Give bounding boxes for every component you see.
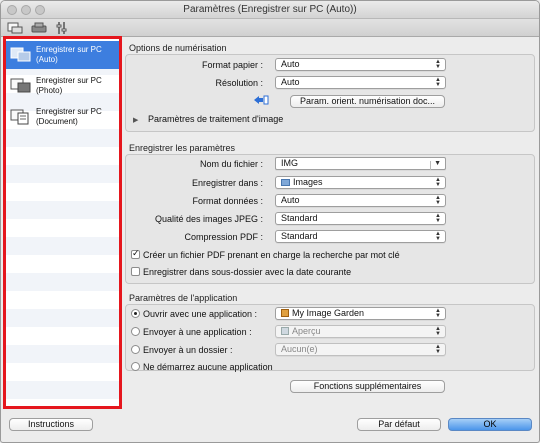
title-bar: Paramètres (Enregistrer sur PC (Auto)) <box>1 1 539 19</box>
auto-scan-icon <box>10 45 32 63</box>
sidebar-item-label: Enregistrer sur PC (Photo) <box>36 76 102 95</box>
select-arrows-icon: ▲ ▼ <box>435 59 441 70</box>
folder-icon <box>281 179 290 186</box>
scan-options-title: Options de numérisation <box>129 43 227 53</box>
document-scan-icon <box>10 107 32 125</box>
save-in-label: Enregistrer dans : <box>191 178 263 188</box>
send-to-app-value: Aperçu <box>292 326 321 336</box>
resolution-select[interactable]: Auto ▲ ▼ <box>275 76 446 89</box>
select-arrows-icon: ▲ ▼ <box>435 344 441 355</box>
save-settings-title: Enregistrer les paramètres <box>129 143 236 153</box>
open-with-app-radio[interactable] <box>131 309 140 318</box>
send-to-app-select[interactable]: Aperçu ▲ ▼ <box>275 325 446 338</box>
select-arrows-icon: ▲ ▼ <box>435 195 441 206</box>
open-with-app-label: Ouvrir avec une application : <box>143 309 258 319</box>
resolution-value: Auto <box>281 77 300 87</box>
app-settings-title: Paramètres de l'application <box>129 293 238 303</box>
my-image-garden-icon <box>281 309 289 317</box>
photo-scan-icon <box>10 76 32 94</box>
select-arrows-icon: ▲ ▼ <box>435 231 441 242</box>
jpeg-quality-label: Qualité des images JPEG : <box>154 214 263 224</box>
preview-app-icon <box>281 327 289 335</box>
save-in-select[interactable]: Images ▲ ▼ <box>275 176 446 189</box>
scan-from-operation-panel-icon[interactable] <box>31 21 47 35</box>
settings-window: Paramètres (Enregistrer sur PC (Auto)) E… <box>0 0 540 443</box>
jpeg-quality-select[interactable]: Standard ▲ ▼ <box>275 212 446 225</box>
pdf-compression-select[interactable]: Standard ▲ ▼ <box>275 230 446 243</box>
data-format-select[interactable]: Auto ▲ ▼ <box>275 194 446 207</box>
select-arrows-icon: ▲ ▼ <box>435 308 441 319</box>
paper-format-label: Format papier : <box>201 60 263 70</box>
pdf-compression-value: Standard <box>281 231 318 241</box>
send-to-folder-value: Aucun(e) <box>281 344 318 354</box>
toolbar <box>1 19 539 37</box>
window-title: Paramètres (Enregistrer sur PC (Auto)) <box>183 4 357 15</box>
filename-value: IMG <box>281 158 298 168</box>
select-arrows-icon: ▲ ▼ <box>435 326 441 337</box>
paper-format-value: Auto <box>281 59 300 69</box>
sidebar-item-save-document[interactable]: Enregistrer sur PC (Document) <box>6 103 119 131</box>
save-in-value: Images <box>293 177 323 187</box>
send-to-folder-label: Envoyer à un dossier : <box>143 345 233 355</box>
select-arrows-icon: ▲ ▼ <box>435 177 441 188</box>
sidebar-item-save-auto[interactable]: Enregistrer sur PC (Auto) <box>6 41 119 69</box>
general-settings-icon[interactable] <box>55 21 71 35</box>
sidebar-list: Enregistrer sur PC (Auto) Enregistrer su… <box>6 39 119 406</box>
data-format-value: Auto <box>281 195 300 205</box>
filename-label: Nom du fichier : <box>199 159 263 169</box>
jpeg-quality-value: Standard <box>281 213 318 223</box>
scan-from-computer-icon[interactable] <box>7 21 23 35</box>
ok-button[interactable]: OK <box>448 418 532 431</box>
sidebar-highlight-frame: Enregistrer sur PC (Auto) Enregistrer su… <box>3 36 122 409</box>
no-app-label: Ne démarrez aucune application <box>143 362 273 372</box>
filename-combo[interactable]: IMG ▼ <box>275 157 446 170</box>
instructions-button[interactable]: Instructions <box>9 418 93 431</box>
orientation-icon <box>253 94 269 106</box>
send-to-folder-select[interactable]: Aucun(e) ▲ ▼ <box>275 343 446 356</box>
send-to-app-label: Envoyer à une application : <box>143 327 252 337</box>
select-arrows-icon: ▲ ▼ <box>435 77 441 88</box>
default-button[interactable]: Par défaut <box>357 418 441 431</box>
combo-arrow-icon: ▼ <box>430 160 441 170</box>
keyword-pdf-label: Créer un fichier PDF prenant en charge l… <box>143 250 400 260</box>
send-to-app-radio[interactable] <box>131 327 140 336</box>
sidebar-item-save-photo[interactable]: Enregistrer sur PC (Photo) <box>6 72 119 100</box>
date-subfolder-label: Enregistrer dans sous-dossier avec la da… <box>143 267 352 277</box>
image-processing-settings-label[interactable]: Paramètres de traitement d'image <box>148 114 283 124</box>
more-functions-button[interactable]: Fonctions supplémentaires <box>290 380 445 393</box>
data-format-label: Format données : <box>192 196 263 206</box>
pdf-compression-label: Compression PDF : <box>184 232 263 242</box>
select-arrows-icon: ▲ ▼ <box>435 213 441 224</box>
disclosure-triangle-icon[interactable]: ▶ <box>133 116 138 124</box>
orientation-settings-button[interactable]: Param. orient. numérisation doc... <box>290 95 445 108</box>
no-app-radio[interactable] <box>131 362 140 371</box>
send-to-folder-radio[interactable] <box>131 345 140 354</box>
date-subfolder-checkbox[interactable] <box>131 267 140 276</box>
sidebar-item-label: Enregistrer sur PC (Auto) <box>36 45 102 64</box>
open-with-app-value: My Image Garden <box>292 308 365 318</box>
resolution-label: Résolution : <box>215 78 263 88</box>
open-with-app-select[interactable]: My Image Garden ▲ ▼ <box>275 307 446 320</box>
keyword-pdf-checkbox[interactable] <box>131 248 140 259</box>
paper-format-select[interactable]: Auto ▲ ▼ <box>275 58 446 71</box>
sidebar-item-label: Enregistrer sur PC (Document) <box>36 107 102 126</box>
